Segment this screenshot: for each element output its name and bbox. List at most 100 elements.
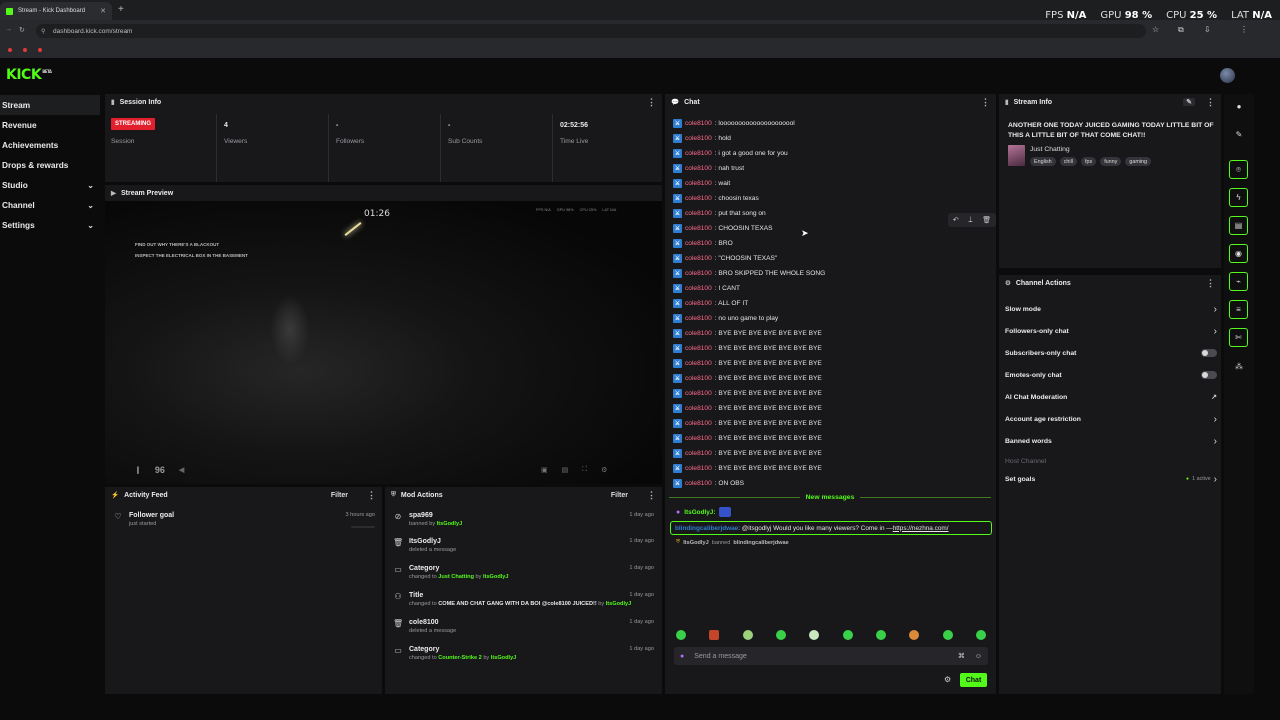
stream-category[interactable]: Just Chatting [1030, 146, 1070, 153]
stream-tag[interactable]: funny [1100, 157, 1122, 166]
chat-message[interactable]: ⚔ cole8100: BYE BYE BYE BYE BYE BYE BYE [673, 431, 993, 446]
browser-menu-icon[interactable]: ⋮ [1240, 25, 1248, 34]
mic-icon[interactable]: ● [680, 653, 684, 660]
followers-only-row[interactable]: Followers-only chat › [1005, 324, 1217, 338]
clipboard-icon[interactable]: ▤ [1229, 216, 1248, 235]
chat-message[interactable]: ⚔ cole8100: choosin texas [673, 191, 993, 206]
mod-action-item[interactable]: ▭ Category changed to Counter-Strike 2 b… [393, 646, 654, 661]
chat-message[interactable]: ⚔ cole8100: wait [673, 176, 993, 191]
site-info-icon[interactable]: ⚲ [41, 28, 45, 35]
mod-filter-button[interactable]: Filter [611, 492, 628, 499]
emote-icon[interactable] [742, 630, 753, 640]
emote-icon[interactable] [909, 630, 920, 640]
edit-icon[interactable]: ✎ [1183, 98, 1195, 106]
chat-username[interactable]: cole8100 [685, 300, 712, 307]
picture-in-picture-icon[interactable]: ▣ [541, 466, 548, 474]
chat-message[interactable]: ⚔ cole8100: BYE BYE BYE BYE BYE BYE BYE [673, 326, 993, 341]
emote-icon[interactable] [809, 630, 820, 640]
stream-info-menu-icon[interactable]: ⋮ [1206, 97, 1215, 108]
close-tab-icon[interactable]: ✕ [100, 7, 106, 15]
lightning-icon[interactable]: ϟ [1229, 188, 1248, 207]
chat-username[interactable]: cole8100 [685, 450, 712, 457]
settings-gear-icon[interactable]: ⚙ [601, 466, 607, 474]
broadcast-icon[interactable]: ⌁ [1229, 272, 1248, 291]
chat-username[interactable]: cole8100 [685, 180, 712, 187]
chat-username[interactable]: cole8100 [685, 195, 712, 202]
chat-username[interactable]: cole8100 [685, 360, 712, 367]
activity-menu-icon[interactable]: ⋮ [367, 490, 376, 501]
emote-icon[interactable] [875, 630, 886, 640]
camera-icon[interactable]: ⌾ [1229, 160, 1248, 179]
sidebar-item-revenue[interactable]: Revenue [0, 115, 100, 135]
emote-icon[interactable] [842, 630, 853, 640]
mod-action-item[interactable]: ▭ Category changed to Just Chatting by I… [393, 565, 654, 580]
set-goals-row[interactable]: Set goals ● 1 active › [1005, 472, 1217, 486]
chat-username[interactable]: cole8100 [685, 165, 712, 172]
wrench-icon[interactable]: ✄ [1229, 328, 1248, 347]
chat-message[interactable]: ⚔ cole8100: no uno game to play [673, 311, 993, 326]
mod-menu-icon[interactable]: ⋮ [647, 490, 656, 501]
chat-menu-icon[interactable]: ⋮ [981, 97, 990, 108]
activity-filter-button[interactable]: Filter [331, 492, 348, 499]
chat-username[interactable]: cole8100 [685, 390, 712, 397]
chat-username[interactable]: cole8100 [685, 135, 712, 142]
chat-input[interactable]: ● Send a message ⌘ ☺ [674, 647, 988, 665]
banned-words-row[interactable]: Banned words › [1005, 434, 1217, 448]
chat-message[interactable]: ⚔ cole8100: BYE BYE BYE BYE BYE BYE BYE [673, 446, 993, 461]
chat-message[interactable]: ⚔ cole8100: "CHOOSIN TEXAS" [673, 251, 993, 266]
kick-logo[interactable]: KICKBETA [6, 67, 52, 83]
chat-username[interactable]: cole8100 [685, 345, 712, 352]
activity-item[interactable]: ♡ Follower goal just started 3 hours ago [113, 512, 375, 528]
emoji-icon[interactable]: ☺ [975, 653, 982, 660]
mod-username[interactable]: ItsGodlyJ: [684, 509, 715, 516]
pin-icon[interactable]: ⍊ [968, 216, 972, 224]
chat-message[interactable]: ⚔ cole8100: BYE BYE BYE BYE BYE BYE BYE [673, 401, 993, 416]
reply-icon[interactable]: ↶ [953, 216, 959, 224]
mod-message[interactable]: ● ItsGodlyJ: [676, 507, 732, 517]
emote-picker-icon[interactable]: ⌘ [958, 652, 965, 660]
emote-icon[interactable] [975, 630, 986, 640]
chat-username[interactable]: cole8100 [685, 270, 712, 277]
bookmark-dot-icon[interactable] [38, 48, 42, 52]
session-menu-icon[interactable]: ⋮ [647, 97, 656, 108]
chat-username[interactable]: cole8100 [685, 210, 712, 217]
sidebar-item-studio[interactable]: Studio ⌄ [0, 175, 100, 195]
speech-icon[interactable]: ◉ [1229, 244, 1248, 263]
spam-username[interactable]: blindingcaliberjdwae [675, 525, 738, 532]
spam-link[interactable]: https://nezhna.com/ [893, 525, 949, 532]
chat-message[interactable]: ⚔ cole8100: put that song on [673, 206, 993, 221]
info-circle-icon[interactable]: ● [1229, 96, 1249, 116]
chat-message[interactable]: ⚔ cole8100: I CANT [673, 281, 993, 296]
browser-tab[interactable]: Stream - Kick Dashboard ✕ [0, 2, 112, 20]
pencil-icon[interactable]: ✎ [1229, 124, 1249, 144]
chat-username[interactable]: cole8100 [685, 465, 712, 472]
mod-action-item[interactable]: 🗑 ItsGodlyJ deleted a message 1 day ago [393, 538, 654, 553]
bookmark-dot-icon[interactable] [23, 48, 27, 52]
stream-tag[interactable]: gaming [1125, 157, 1152, 166]
back-icon[interactable]: → [5, 26, 12, 33]
chat-message[interactable]: ⚔ cole8100: nah trust [673, 161, 993, 176]
volume-icon[interactable]: ◀ [179, 466, 184, 474]
chat-username[interactable]: cole8100 [685, 315, 712, 322]
fullscreen-icon[interactable]: ⛶ [582, 466, 587, 474]
chat-username[interactable]: cole8100 [685, 435, 712, 442]
emote-icon[interactable] [709, 630, 720, 640]
chat-message[interactable]: ⚔ cole8100: looooooooooooooooooool [673, 116, 993, 131]
chat-message[interactable]: ⚔ cole8100: BYE BYE BYE BYE BYE BYE BYE [673, 416, 993, 431]
chat-message[interactable]: ⚔ cole8100: hold [673, 131, 993, 146]
avatar[interactable] [1220, 68, 1235, 83]
chat-message[interactable]: ⚔ cole8100: BYE BYE BYE BYE BYE BYE BYE [673, 386, 993, 401]
highlighted-spam-message[interactable]: blindingcaliberjdwae : @itsgodlyj Would … [670, 521, 992, 535]
sidebar-item-stream[interactable]: Stream [0, 95, 100, 115]
chat-username[interactable]: cole8100 [685, 150, 712, 157]
chat-username[interactable]: cole8100 [685, 405, 712, 412]
account-age-row[interactable]: Account age restriction › [1005, 412, 1217, 426]
chat-username[interactable]: cole8100 [685, 120, 712, 127]
channel-actions-menu-icon[interactable]: ⋮ [1206, 278, 1215, 289]
storage-icon[interactable]: ≡ [1229, 300, 1248, 319]
chat-username[interactable]: cole8100 [685, 480, 712, 487]
extensions-icon[interactable]: ⧉ [1178, 25, 1184, 35]
chat-username[interactable]: cole8100 [685, 225, 712, 232]
stream-tag[interactable]: English [1030, 157, 1056, 166]
stream-tag[interactable]: chill [1059, 157, 1077, 166]
